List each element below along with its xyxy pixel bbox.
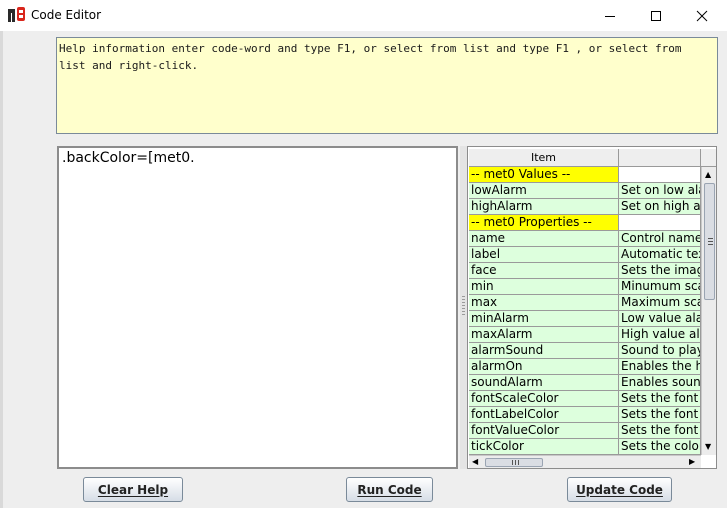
close-icon — [696, 10, 708, 21]
scroll-up-icon[interactable]: ▲ — [705, 170, 711, 180]
table-row[interactable]: labelAutomatic text — [469, 247, 701, 263]
app-logo-icon — [8, 7, 25, 22]
table-row[interactable]: highAlarmSet on high alarm — [469, 199, 701, 215]
description-cell[interactable]: Set on high alarm — [619, 199, 701, 215]
item-cell[interactable]: max — [469, 295, 619, 311]
description-cell[interactable]: Automatic text — [619, 247, 701, 263]
table-row[interactable]: tickColor Sets the color — [469, 439, 701, 455]
column-header-item[interactable]: Item — [469, 149, 619, 166]
item-cell[interactable]: fontScaleColor — [469, 391, 619, 407]
item-cell[interactable]: label — [469, 247, 619, 263]
description-cell[interactable]: Control name — [619, 231, 701, 247]
item-cell[interactable]: tickColor — [469, 439, 619, 455]
scroll-left-icon[interactable]: ◀ — [472, 457, 478, 467]
description-cell[interactable]: Sets the font — [619, 391, 701, 407]
run-code-button[interactable]: Run Code — [346, 477, 433, 502]
horizontal-scrollbar[interactable]: ◀ ▶ — [469, 455, 701, 468]
divider-grip — [462, 296, 465, 316]
description-cell[interactable]: Sets the font — [619, 423, 701, 439]
description-cell[interactable]: Low value alarm — [619, 311, 701, 327]
description-cell[interactable]: High value alarm — [619, 327, 701, 343]
table-section-row[interactable]: -- met0 Values -- — [469, 167, 701, 183]
table-row[interactable]: fontValueColor Sets the font — [469, 423, 701, 439]
item-cell[interactable]: alarmSound — [469, 343, 619, 359]
description-cell[interactable]: Sets the font — [619, 407, 701, 423]
help-text-area[interactable]: Help information enter code-word and typ… — [56, 37, 718, 134]
table-row[interactable]: alarmOnEnables the high — [469, 359, 701, 375]
description-cell[interactable]: Maximum scale — [619, 295, 701, 311]
vertical-scroll-thumb[interactable] — [704, 183, 715, 300]
maximize-icon — [651, 10, 661, 21]
item-cell[interactable]: -- met0 Properties -- — [469, 215, 619, 231]
table-row[interactable]: fontScaleColor Sets the font — [469, 391, 701, 407]
table-body: -- met0 Values --lowAlarmSet on low alar… — [469, 167, 701, 455]
item-table: Item -- met0 Values -- lowAlarm Set on low… — [467, 146, 717, 469]
vertical-scrollbar[interactable]: ▲ ▼ — [701, 167, 716, 455]
description-cell[interactable]: Sound to play — [619, 343, 701, 359]
item-cell[interactable]: minAlarm — [469, 311, 619, 327]
description-cell[interactable]: Enables sound — [619, 375, 701, 391]
table-row[interactable]: maxAlarmHigh value alarm — [469, 327, 701, 343]
description-cell[interactable] — [619, 167, 701, 183]
table-row[interactable]: minAlarmLow value alarm — [469, 311, 701, 327]
item-cell[interactable]: name — [469, 231, 619, 247]
item-cell[interactable]: alarmOn — [469, 359, 619, 375]
maximize-button[interactable] — [633, 0, 679, 31]
table-row[interactable]: alarmSound Sound to play — [469, 343, 701, 359]
window-title: Code Editor — [31, 8, 102, 22]
description-cell[interactable]: Set on low alarm — [619, 183, 701, 199]
description-cell[interactable]: Sets the color — [619, 439, 701, 455]
table-row[interactable]: lowAlarmSet on low alarm — [469, 183, 701, 199]
item-cell[interactable]: soundAlarm — [469, 375, 619, 391]
minimize-icon — [605, 15, 615, 17]
horizontal-scroll-thumb[interactable] — [485, 458, 543, 467]
window-edge — [0, 31, 3, 508]
item-cell[interactable]: min — [469, 279, 619, 295]
table-row[interactable]: soundAlarm Enables sound — [469, 375, 701, 391]
table-row[interactable]: faceSets the image — [469, 263, 701, 279]
table-row[interactable]: minMinumum scale — [469, 279, 701, 295]
description-cell[interactable]: Minumum scale — [619, 279, 701, 295]
item-cell[interactable]: -- met0 Values -- — [469, 167, 619, 183]
column-header-description[interactable] — [619, 149, 701, 166]
item-cell[interactable]: fontLabelColor — [469, 407, 619, 423]
item-cell[interactable]: lowAlarm — [469, 183, 619, 199]
description-cell[interactable]: Enables the high — [619, 359, 701, 375]
description-cell[interactable] — [619, 215, 701, 231]
item-cell[interactable]: face — [469, 263, 619, 279]
update-code-button[interactable]: Update Code — [567, 477, 672, 502]
close-button[interactable] — [679, 0, 725, 31]
code-editor[interactable]: .backColor=[met0. — [57, 146, 458, 469]
scroll-down-icon[interactable]: ▼ — [705, 442, 711, 452]
item-cell[interactable]: maxAlarm — [469, 327, 619, 343]
minimize-button[interactable] — [587, 0, 633, 31]
table-row[interactable]: name Control name — [469, 231, 701, 247]
table-section-row[interactable]: -- met0 Properties -- — [469, 215, 701, 231]
table-row[interactable]: fontLabelColor Sets the font — [469, 407, 701, 423]
item-cell[interactable]: highAlarm — [469, 199, 619, 215]
description-cell[interactable]: Sets the image — [619, 263, 701, 279]
clear-help-button[interactable]: Clear Help — [83, 477, 183, 502]
title-bar: Code Editor — [0, 0, 727, 32]
table-row[interactable]: maxMaximum scale — [469, 295, 701, 311]
item-cell[interactable]: fontValueColor — [469, 423, 619, 439]
split-divider[interactable] — [460, 146, 467, 469]
scroll-right-icon[interactable]: ▶ — [689, 457, 695, 467]
table-header: Item — [469, 149, 716, 167]
